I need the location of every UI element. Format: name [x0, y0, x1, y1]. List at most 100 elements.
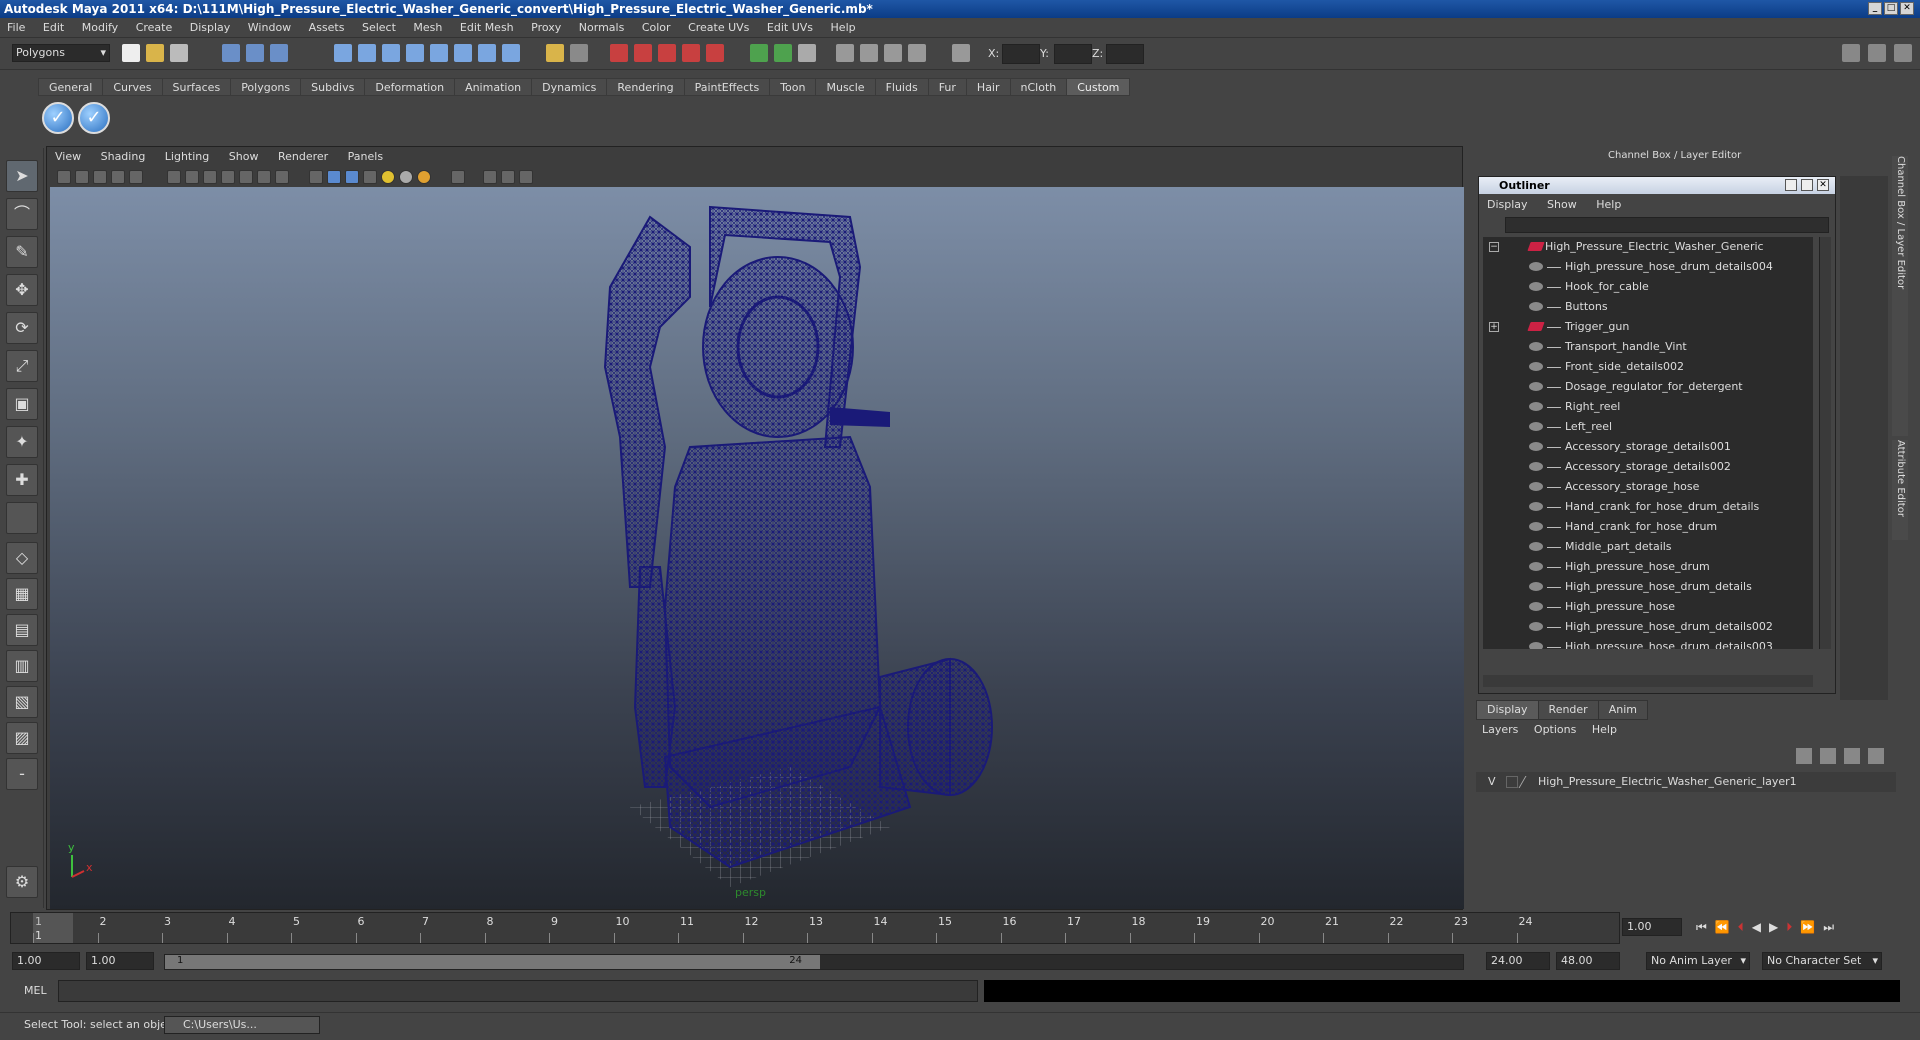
script-editor-icon[interactable]: ⚙ — [6, 866, 38, 898]
end-time-field[interactable]: 48.00 — [1556, 952, 1620, 970]
menu-modify[interactable]: Modify — [75, 18, 125, 38]
mask-icon[interactable] — [334, 44, 352, 62]
shelf-tab-custom[interactable]: Custom — [1066, 78, 1131, 96]
step-back-key-icon[interactable]: ⏪ — [1715, 920, 1730, 938]
mask-render-icon[interactable] — [478, 44, 496, 62]
outliner-menu-help[interactable]: Help — [1588, 195, 1629, 215]
construction-history-icon[interactable] — [798, 44, 816, 62]
go-to-end-icon[interactable]: ⏭ — [1823, 920, 1834, 938]
select-object-icon[interactable] — [246, 44, 264, 62]
go-to-start-icon[interactable]: ⏮ — [1696, 920, 1707, 938]
layer-menu-layers[interactable]: Layers — [1476, 720, 1524, 740]
shelf-tab-curves[interactable]: Curves — [102, 78, 163, 96]
universal-manipulator-icon[interactable]: ▣ — [6, 388, 38, 420]
menu-edit-mesh[interactable]: Edit Mesh — [453, 18, 521, 38]
camera-attributes-icon[interactable] — [75, 170, 89, 184]
play-backward-icon[interactable]: ◀ — [1752, 920, 1761, 938]
shelf-tab-toon[interactable]: Toon — [769, 78, 817, 96]
anim-layer-dropdown[interactable]: No Anim Layer ▾ — [1646, 952, 1750, 970]
isolate-select-icon[interactable] — [451, 170, 465, 184]
new-layer-selected-icon[interactable] — [1820, 748, 1836, 764]
save-scene-icon[interactable] — [170, 44, 188, 62]
side-tab-attribute-editor[interactable]: Attribute Editor — [1892, 440, 1908, 540]
layout-options-icon[interactable]: - — [6, 758, 38, 790]
safe-action-icon[interactable] — [257, 170, 271, 184]
lasso-tool-icon[interactable]: ⌒ — [6, 198, 38, 230]
layer-row[interactable]: V High_Pressure_Electric_Washer_Generic_… — [1476, 772, 1896, 792]
snap-curve-icon[interactable] — [634, 44, 652, 62]
outliner-item[interactable]: Hand_crank_for_hose_drum_details — [1483, 497, 1813, 517]
outliner-close-button[interactable]: ✕ — [1817, 179, 1829, 191]
menu-set-dropdown[interactable]: Polygons ▾ — [12, 44, 110, 62]
layer-color-swatch[interactable] — [1518, 776, 1538, 788]
default-light-icon[interactable] — [381, 170, 395, 184]
layer-menu-options[interactable]: Options — [1528, 720, 1582, 740]
input-ops-icon[interactable] — [750, 44, 768, 62]
menu-mesh[interactable]: Mesh — [406, 18, 449, 38]
expand-icon[interactable]: + — [1489, 322, 1499, 332]
menu-help[interactable]: Help — [824, 18, 863, 38]
paint-select-tool-icon[interactable]: ✎ — [6, 236, 38, 268]
collapse-icon[interactable]: − — [1489, 242, 1499, 252]
textured-icon[interactable] — [363, 170, 377, 184]
outliner-item[interactable]: Accessory_storage_details001 — [1483, 437, 1813, 457]
current-time-field[interactable]: 1.00 — [1622, 918, 1682, 936]
shelf-tab-hair[interactable]: Hair — [965, 78, 1011, 96]
scale-tool-icon[interactable]: ⤢ — [6, 350, 38, 382]
play-forward-icon[interactable]: ▶ — [1769, 920, 1778, 938]
outliner-item[interactable]: Hook_for_cable — [1483, 277, 1813, 297]
film-gate-icon[interactable] — [185, 170, 199, 184]
perspective-view[interactable]: y x persp — [50, 187, 1464, 909]
minimize-button[interactable]: _ — [1868, 2, 1882, 15]
shelf-button-1[interactable]: ✓ — [42, 102, 74, 134]
outliner-item[interactable]: Dosage_regulator_for_detergent — [1483, 377, 1813, 397]
z-field[interactable] — [1106, 44, 1144, 64]
outliner-item[interactable]: Left_reel — [1483, 417, 1813, 437]
viewport-menu-panels[interactable]: Panels — [340, 147, 391, 167]
smooth-shade-icon[interactable] — [327, 170, 341, 184]
taskbar-item[interactable]: C:\Users\Us... — [164, 1016, 320, 1034]
render-settings-icon[interactable] — [908, 44, 926, 62]
outliner-item[interactable]: + Trigger_gun — [1483, 317, 1813, 337]
move-tool-icon[interactable]: ✥ — [6, 274, 38, 306]
menu-select[interactable]: Select — [355, 18, 403, 38]
select-component-icon[interactable] — [270, 44, 288, 62]
mask-deform-icon[interactable] — [406, 44, 424, 62]
move-layer-up-icon[interactable] — [1844, 748, 1860, 764]
shelf-tab-ncloth[interactable]: nCloth — [1009, 78, 1068, 96]
outliner-horizontal-scrollbar[interactable] — [1483, 675, 1813, 687]
maximize-button[interactable]: □ — [1884, 2, 1898, 15]
range-slider-handle[interactable]: 1 24 — [165, 955, 820, 969]
shelf-tab-fur[interactable]: Fur — [927, 78, 967, 96]
outliner-item[interactable]: High_pressure_hose_drum — [1483, 557, 1813, 577]
show-attribute-editor-icon[interactable] — [1842, 44, 1860, 62]
layer-menu-help[interactable]: Help — [1586, 720, 1623, 740]
output-ops-icon[interactable] — [774, 44, 792, 62]
new-layer-icon[interactable] — [1796, 748, 1812, 764]
outliner-item[interactable]: High_pressure_hose — [1483, 597, 1813, 617]
select-tool-icon[interactable]: ➤ — [6, 160, 38, 192]
wireframe-on-shaded-icon[interactable] — [345, 170, 359, 184]
shelf-tab-muscle[interactable]: Muscle — [815, 78, 876, 96]
render-current-icon[interactable] — [860, 44, 878, 62]
show-manipulator-icon[interactable]: ✚ — [6, 464, 38, 496]
outliner-item[interactable]: Right_reel — [1483, 397, 1813, 417]
bookmarks-icon[interactable] — [93, 170, 107, 184]
2d-pan-zoom-icon[interactable] — [129, 170, 143, 184]
shelf-tab-dynamics[interactable]: Dynamics — [531, 78, 608, 96]
resolution-gate-icon[interactable] — [203, 170, 217, 184]
menu-edit-uvs[interactable]: Edit UVs — [760, 18, 820, 38]
transform-mode-icon[interactable] — [952, 44, 970, 62]
select-camera-icon[interactable] — [57, 170, 71, 184]
snap-grid-icon[interactable] — [610, 44, 628, 62]
time-slider[interactable]: 1 2 3 4 5 6 7 8 9 10 11 12 13 14 15 16 17 18 19 20 21 22 23 24 … — [10, 912, 1620, 944]
start-time-field[interactable]: 1.00 — [12, 952, 80, 970]
snap-point-icon[interactable] — [658, 44, 676, 62]
question-icon[interactable] — [502, 44, 520, 62]
shadows-icon[interactable] — [417, 170, 431, 184]
playback-end-field[interactable]: 24.00 — [1486, 952, 1550, 970]
layer-tab-display[interactable]: Display — [1476, 700, 1539, 720]
viewport-menu-view[interactable]: View — [47, 147, 89, 167]
shelf-tab-painteffects[interactable]: PaintEffects — [683, 78, 771, 96]
menu-color[interactable]: Color — [635, 18, 678, 38]
